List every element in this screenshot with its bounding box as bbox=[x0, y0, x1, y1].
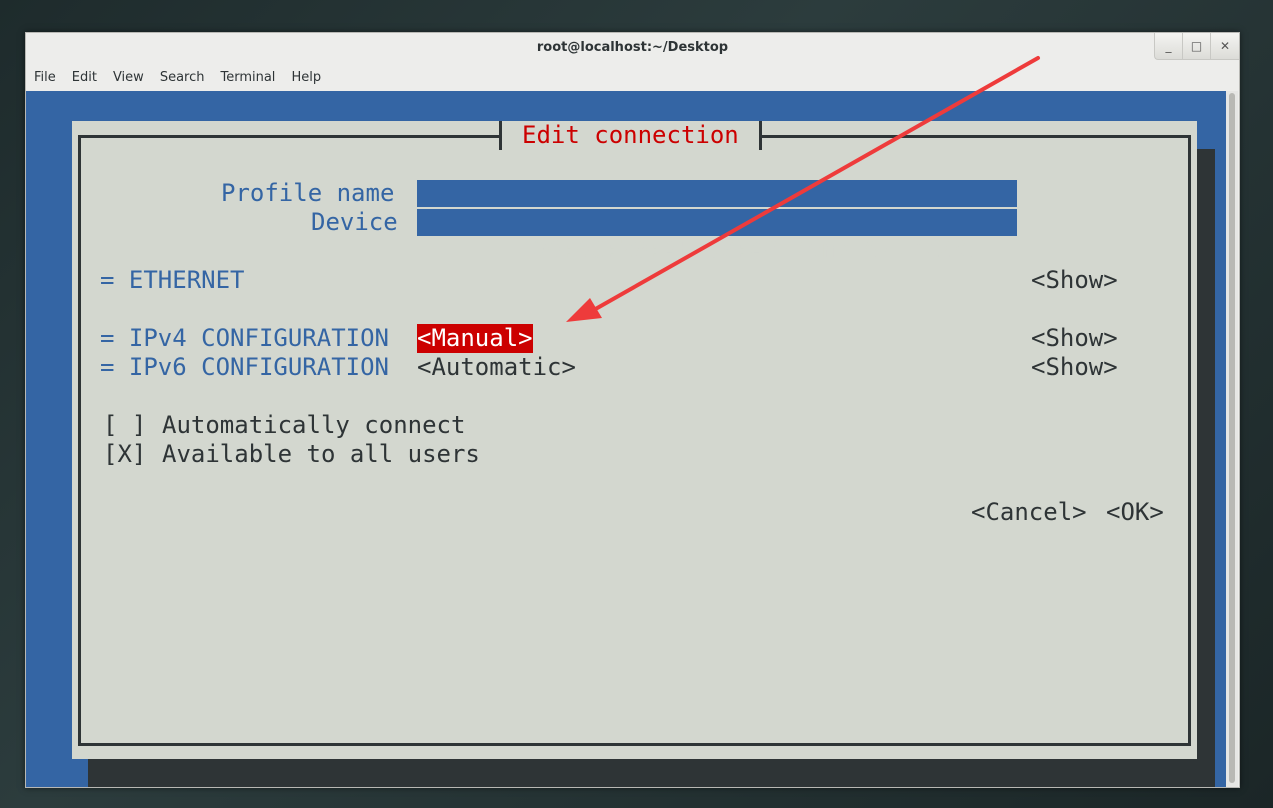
dialog-shadow-right bbox=[1197, 149, 1215, 759]
profile-name-field[interactable]: eno16777728 bbox=[417, 180, 1126, 234]
close-icon[interactable]: ✕ bbox=[1211, 33, 1239, 59]
profile-name-label: Profile name bbox=[221, 179, 395, 207]
auto-connect-checkbox[interactable]: [ ] bbox=[103, 411, 146, 440]
device-field[interactable]: 00:0C:29:AF:60:A0 (eno16777728) bbox=[417, 209, 1115, 263]
ipv4-show-button[interactable]: <Show> bbox=[1031, 324, 1118, 353]
device-value: 00:0C:29:AF:60:A0 (eno16777728) bbox=[532, 235, 981, 263]
terminal-area[interactable]: Edit connection Profile name eno16777728… bbox=[26, 91, 1227, 787]
window-title: root@localhost:~/Desktop bbox=[536, 40, 729, 55]
ipv6-show-button[interactable]: <Show> bbox=[1031, 353, 1118, 382]
scrollbar[interactable] bbox=[1226, 91, 1238, 787]
cancel-button[interactable]: <Cancel> bbox=[971, 498, 1087, 527]
edit-connection-dialog: Edit connection Profile name eno16777728… bbox=[72, 121, 1197, 759]
menu-help[interactable]: Help bbox=[283, 65, 329, 91]
menubar: File Edit View Search Terminal Help bbox=[26, 65, 329, 91]
ethernet-section: = ETHERNET bbox=[100, 266, 245, 294]
ipv6-section: = IPv6 CONFIGURATION bbox=[100, 353, 389, 381]
field-underline bbox=[980, 236, 1115, 262]
all-users-checkbox[interactable]: [X] bbox=[103, 440, 146, 469]
ipv4-section: = IPv4 CONFIGURATION bbox=[100, 324, 389, 352]
maximize-icon[interactable]: □ bbox=[1183, 33, 1211, 59]
dialog-title: Edit connection bbox=[499, 121, 762, 150]
menu-edit[interactable]: Edit bbox=[64, 65, 105, 91]
ipv4-mode-button[interactable]: <Manual> bbox=[417, 324, 533, 353]
menu-view[interactable]: View bbox=[105, 65, 152, 91]
device-label: Device bbox=[311, 208, 398, 236]
auto-connect-label: Automatically connect bbox=[162, 411, 466, 439]
menu-file[interactable]: File bbox=[26, 65, 64, 91]
ethernet-show-button[interactable]: <Show> bbox=[1031, 266, 1118, 295]
terminal-window: root@localhost:~/Desktop _ □ ✕ File Edit… bbox=[25, 32, 1240, 788]
menu-terminal[interactable]: Terminal bbox=[212, 65, 283, 91]
scrollbar-thumb[interactable] bbox=[1229, 93, 1235, 783]
minimize-icon[interactable]: _ bbox=[1155, 33, 1183, 59]
menu-search[interactable]: Search bbox=[152, 65, 213, 91]
all-users-label: Available to all users bbox=[162, 440, 480, 468]
ipv6-mode-button[interactable]: <Automatic> bbox=[417, 353, 576, 382]
ok-button[interactable]: <OK> bbox=[1106, 498, 1164, 527]
window-controls: _ □ ✕ bbox=[1154, 33, 1239, 60]
dialog-shadow-bottom bbox=[88, 759, 1215, 787]
